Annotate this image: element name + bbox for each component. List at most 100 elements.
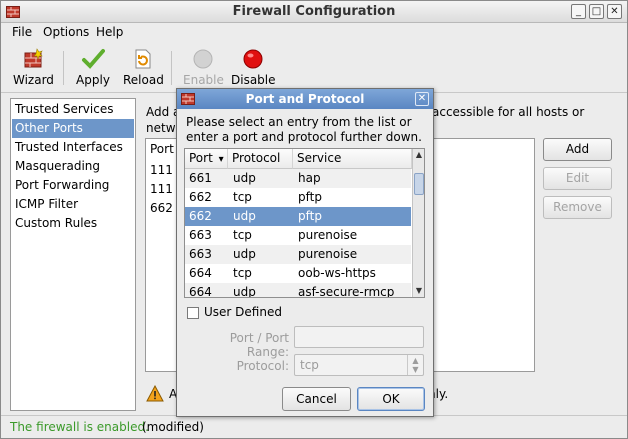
ok-button[interactable]: OK (357, 387, 425, 411)
row-port: 664 (189, 285, 212, 298)
table-row[interactable]: 664 tcp oob-ws-https (185, 264, 411, 283)
reload-icon (135, 49, 151, 69)
sidebar-item-icmp-filter[interactable]: ICMP Filter (12, 195, 134, 214)
table-row-selected[interactable]: 662 udp pftp (185, 207, 411, 226)
wizard-label: Wizard (13, 73, 54, 87)
sidebar-item-masquerading[interactable]: Masquerading (12, 157, 134, 176)
row-service: pftp (298, 190, 322, 204)
menu-options[interactable]: Options (43, 25, 89, 39)
table-row[interactable]: 664 udp asf-secure-rmcp (185, 283, 411, 298)
close-button[interactable]: ✕ (607, 4, 622, 19)
intro-text-right: accessible for all hosts or (432, 105, 585, 119)
enable-button[interactable]: Enable (183, 47, 224, 87)
column-header-protocol[interactable]: Protocol (228, 149, 293, 169)
reload-label: Reload (123, 73, 164, 87)
dialog-close-button[interactable]: ✕ (415, 92, 429, 106)
row-protocol: tcp (233, 228, 252, 242)
port-range-input[interactable] (294, 326, 424, 348)
row-protocol: tcp (233, 190, 252, 204)
wizard-button[interactable]: Wizard (13, 47, 54, 87)
scroll-down-icon[interactable]: ▼ (414, 286, 424, 296)
edit-button[interactable]: Edit (543, 167, 612, 190)
toolbar-separator (171, 51, 172, 85)
sort-descending-icon: ▾ (218, 154, 224, 165)
ports-list-row[interactable]: 111 (150, 163, 173, 177)
ports-list-row[interactable]: 111 (150, 182, 173, 196)
menu-bar: File Options Help (1, 23, 627, 43)
table-scrollbar[interactable]: ▲ ▼ (412, 149, 424, 297)
sidebar-item-port-forwarding[interactable]: Port Forwarding (12, 176, 134, 195)
apply-button[interactable]: Apply (75, 47, 111, 87)
row-protocol: udp (233, 209, 256, 223)
protocol-label: Protocol: (236, 359, 289, 373)
toolbar-separator (63, 51, 64, 85)
reload-button[interactable]: Reload (123, 47, 164, 87)
warning-icon (146, 385, 164, 402)
cancel-button[interactable]: Cancel (282, 387, 351, 411)
row-service: purenoise (298, 247, 358, 261)
row-service: oob-ws-https (298, 266, 376, 280)
row-protocol: udp (233, 247, 256, 261)
menu-help[interactable]: Help (96, 25, 123, 39)
ports-list-row[interactable]: 662 (150, 201, 173, 215)
row-port: 662 (189, 209, 212, 223)
services-table[interactable]: Port ▾ Protocol Service 661 udp hap 662 … (184, 148, 425, 298)
row-protocol: udp (233, 285, 256, 298)
modified-indicator: (modified) (142, 420, 204, 434)
user-defined-label[interactable]: User Defined (204, 305, 282, 319)
scroll-up-icon[interactable]: ▲ (414, 150, 424, 160)
row-protocol: udp (233, 171, 256, 185)
table-row[interactable]: 663 tcp purenoise (185, 226, 411, 245)
dialog-title: Port and Protocol (245, 92, 365, 106)
wizard-icon (24, 48, 43, 68)
row-service: pftp (298, 209, 322, 223)
row-service: asf-secure-rmcp (298, 285, 395, 298)
column-header-port[interactable]: Port ▾ (185, 149, 228, 169)
protocol-value: tcp (300, 358, 319, 372)
user-defined-checkbox[interactable] (187, 307, 199, 319)
toolbar: Wizard Apply Reload Enable Disable (1, 43, 627, 93)
enable-light-icon (193, 49, 213, 69)
dialog-message: Please select an entry from the list or … (186, 115, 422, 144)
row-port: 661 (189, 171, 212, 185)
column-header-service[interactable]: Service (293, 149, 412, 169)
sidebar-item-trusted-interfaces[interactable]: Trusted Interfaces (12, 138, 134, 157)
menu-file[interactable]: File (12, 25, 32, 39)
disable-label: Disable (231, 73, 276, 87)
row-port: 663 (189, 228, 212, 242)
window-title: Firewall Configuration (232, 4, 396, 19)
sidebar-item-other-ports[interactable]: Other Ports (12, 119, 134, 138)
row-protocol: tcp (233, 266, 252, 280)
maximize-button[interactable]: □ (589, 4, 604, 19)
disable-light-icon (243, 49, 263, 69)
table-row[interactable]: 662 tcp pftp (185, 188, 411, 207)
sidebar-item-trusted-services[interactable]: Trusted Services (12, 100, 134, 119)
dialog-title-bar[interactable]: Port and Protocol ✕ (177, 89, 433, 109)
status-bar: The firewall is enabled. (modified) (1, 415, 627, 438)
firewall-status: The firewall is enabled. (10, 420, 149, 434)
column-port-label: Port (189, 151, 213, 165)
row-port: 662 (189, 190, 212, 204)
apply-label: Apply (76, 73, 110, 87)
row-service: hap (298, 171, 321, 185)
protocol-select[interactable]: tcp ▲ ▼ (294, 354, 424, 376)
title-bar[interactable]: Firewall Configuration _ □ ✕ (1, 1, 627, 23)
table-row[interactable]: 663 udp purenoise (185, 245, 411, 264)
add-button[interactable]: Add (543, 138, 612, 161)
port-protocol-dialog: Port and Protocol ✕ Please select an ent… (176, 88, 434, 417)
chevron-updown-icon: ▲ ▼ (407, 355, 423, 375)
disable-button[interactable]: Disable (231, 47, 276, 87)
sidebar: Trusted Services Other Ports Trusted Int… (10, 98, 136, 411)
sidebar-item-custom-rules[interactable]: Custom Rules (12, 214, 134, 233)
checkmark-icon (82, 49, 105, 69)
row-port: 664 (189, 266, 212, 280)
remove-button[interactable]: Remove (543, 196, 612, 219)
enable-label: Enable (183, 73, 224, 87)
table-row[interactable]: 661 udp hap (185, 169, 411, 188)
row-port: 663 (189, 247, 212, 261)
minimize-button[interactable]: _ (571, 4, 586, 19)
ports-list-header[interactable]: Port (150, 142, 174, 156)
row-service: purenoise (298, 228, 358, 242)
port-range-label: Port / Port Range: (229, 331, 289, 359)
scrollbar-thumb[interactable] (414, 173, 424, 195)
